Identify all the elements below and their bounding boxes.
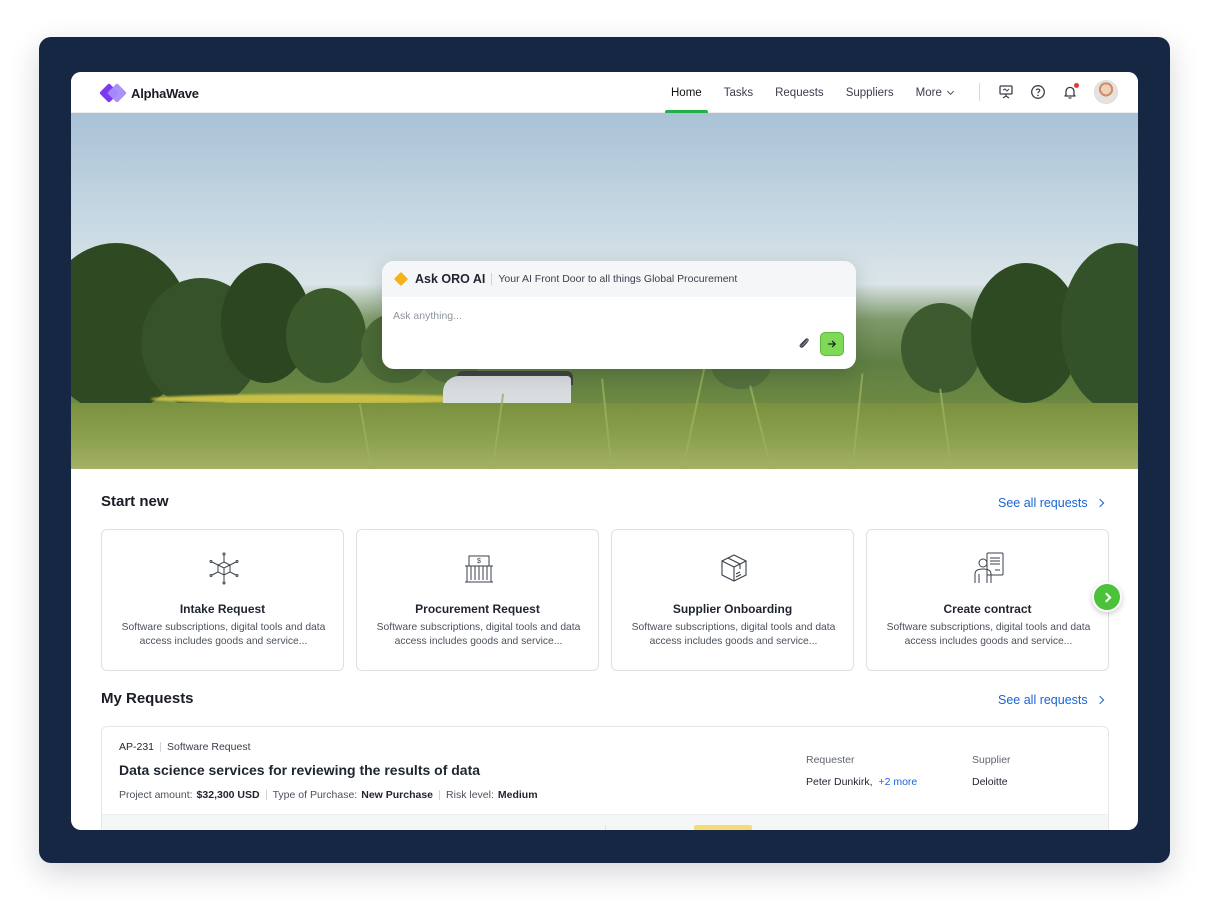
requester-more-link[interactable]: +2 more [878, 776, 917, 788]
user-avatar[interactable] [1094, 80, 1118, 104]
nav-suppliers[interactable]: Suppliers [846, 72, 894, 113]
project-amount-label: Project amount: [119, 789, 193, 801]
see-all-my-requests-link[interactable]: See all requests [998, 693, 1104, 707]
nav-divider [979, 83, 980, 101]
ask-ai-panel: Ask ORO AI Your AI Front Door to all thi… [382, 261, 856, 369]
request-type: Software Request [167, 741, 251, 753]
card-description: Software subscriptions, digital tools an… [121, 622, 326, 647]
card-description: Software subscriptions, digital tools an… [631, 622, 836, 647]
supplier-label: Supplier [972, 754, 1011, 766]
my-requests-title: My Requests [101, 690, 194, 707]
presentation-icon[interactable] [998, 84, 1014, 100]
request-card[interactable]: AP-231 Software Request Data science ser… [101, 726, 1109, 830]
project-amount-value: $32,300 USD [196, 789, 260, 801]
carousel-next-button[interactable] [1092, 582, 1122, 612]
box-network-icon [209, 552, 239, 585]
start-new-cards: Intake Request Software subscriptions, d… [101, 529, 1109, 672]
nav-more-label: More [915, 86, 942, 99]
app-window: AlphaWave Home Tasks Requests Suppliers … [71, 72, 1138, 830]
card-title: Create contract [943, 602, 1032, 616]
requester-name: Peter Dunkirk, [806, 776, 873, 788]
ask-ai-divider [491, 273, 493, 285]
ask-ai-header: Ask ORO AI Your AI Front Door to all thi… [382, 261, 856, 297]
chevron-right-icon [1095, 695, 1104, 705]
building-dollar-icon: $ [465, 555, 493, 583]
nav-home[interactable]: Home [665, 72, 708, 113]
ask-ai-title: Ask ORO AI [415, 272, 486, 286]
card-create-contract[interactable]: Create contract Software subscriptions, … [866, 529, 1109, 671]
brand-logo[interactable]: AlphaWave [99, 83, 199, 103]
paperclip-icon[interactable] [797, 336, 811, 350]
help-icon[interactable] [1030, 84, 1046, 100]
ask-ai-subtitle: Your AI Front Door to all things Global … [498, 273, 738, 285]
top-navigation-bar: AlphaWave Home Tasks Requests Suppliers … [71, 72, 1138, 113]
send-button[interactable] [820, 332, 844, 356]
card-procurement-request[interactable]: $ Procurement Request Software subscript… [356, 529, 599, 671]
person-contract-icon [974, 552, 1004, 583]
purchase-type-label: Type of Purchase: [272, 789, 358, 801]
chevron-right-icon [1101, 592, 1111, 602]
risk-level-label: Risk level: [446, 789, 494, 801]
sparkle-icon [394, 272, 408, 286]
requester-label: Requester [806, 754, 855, 766]
arrow-right-icon [827, 340, 836, 348]
card-supplier-onboarding[interactable]: Supplier Onboarding Software subscriptio… [611, 529, 854, 671]
request-id: AP-231 [119, 741, 155, 753]
see-all-requests-link[interactable]: See all requests [998, 496, 1104, 510]
card-title: Procurement Request [415, 602, 540, 616]
chevron-down-icon [946, 87, 954, 95]
hero-banner: Ask ORO AI Your AI Front Door to all thi… [71, 113, 1138, 469]
status-badge [694, 825, 752, 830]
svg-text:$: $ [477, 558, 481, 565]
notification-badge [1074, 83, 1079, 88]
card-title: Supplier Onboarding [672, 602, 793, 616]
supplier-value: Deloitte [972, 776, 1008, 788]
risk-level-value: Medium [497, 789, 538, 801]
nav-more[interactable]: More [915, 72, 954, 113]
card-title: Intake Request [179, 602, 266, 616]
card-description: Software subscriptions, digital tools an… [886, 622, 1091, 647]
brand-name: AlphaWave [131, 85, 199, 101]
request-card-footer [102, 814, 1108, 830]
see-all-requests-label: See all requests [998, 496, 1088, 510]
request-meta: AP-231 Software Request [119, 741, 251, 753]
card-description: Software subscriptions, digital tools an… [376, 622, 581, 647]
requester-value: Peter Dunkirk, +2 more [806, 776, 917, 788]
ask-ai-input[interactable] [393, 310, 753, 322]
main-nav: Home Tasks Requests Suppliers More [665, 72, 975, 113]
request-details: Project amount: $32,300 USD Type of Purc… [119, 789, 538, 801]
purchase-type-value: New Purchase [361, 789, 434, 801]
alphawave-logo-icon [99, 83, 127, 103]
request-title[interactable]: Data science services for reviewing the … [119, 762, 480, 778]
start-new-title: Start new [101, 493, 169, 510]
card-intake-request[interactable]: Intake Request Software subscriptions, d… [101, 529, 344, 671]
nav-requests[interactable]: Requests [775, 72, 824, 113]
package-icon [721, 554, 747, 582]
see-all-requests-label: See all requests [998, 693, 1088, 707]
nav-tasks[interactable]: Tasks [724, 72, 753, 113]
chevron-right-icon [1095, 498, 1104, 508]
